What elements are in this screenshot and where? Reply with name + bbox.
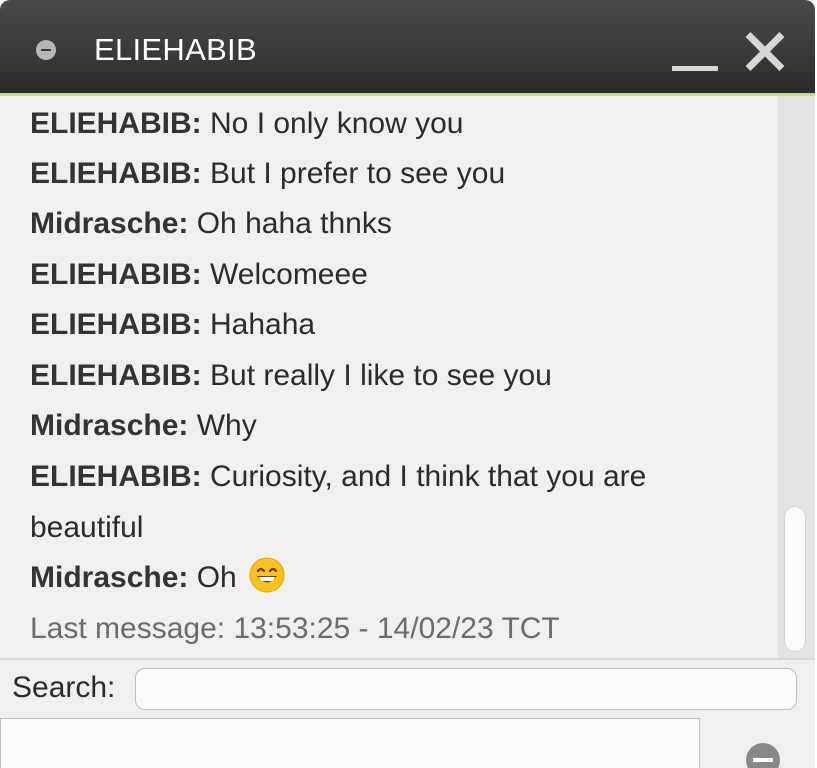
message-text: Oh haha thnks xyxy=(188,207,392,240)
message: Midrasche: Why xyxy=(30,401,730,452)
message: Midrasche: Oh haha thnks xyxy=(30,199,730,250)
message-sender: ELIEHABIB: xyxy=(30,359,202,392)
message-sender: Midrasche: xyxy=(30,207,189,240)
message-sender: ELIEHABIB: xyxy=(30,308,202,341)
message-text: But I prefer to see you xyxy=(201,157,506,190)
close-button[interactable] xyxy=(740,26,790,76)
message-text: Welcomeee xyxy=(201,258,368,291)
message-sender: ELIEHABIB: xyxy=(30,107,202,140)
message-sender: Midrasche: xyxy=(30,561,189,594)
message: ELIEHABIB: Welcomeee xyxy=(30,250,730,301)
search-input[interactable] xyxy=(135,668,797,710)
message: ELIEHABIB: But I prefer to see you xyxy=(30,149,730,200)
message-text: No I only know you xyxy=(201,107,464,140)
message-text: Why xyxy=(188,409,257,442)
message-list: ELIEHABIB: No I only know you ELIEHABIB:… xyxy=(0,96,778,656)
message: Midrasche: Oh xyxy=(30,553,730,604)
minimize-button[interactable] xyxy=(668,30,722,74)
message: ELIEHABIB: No I only know you xyxy=(30,99,730,150)
message-sender: Midrasche: xyxy=(30,409,189,442)
message-text: Hahaha xyxy=(201,308,316,341)
search-label: Search: xyxy=(12,671,116,704)
message-sender: ELIEHABIB: xyxy=(30,258,202,291)
message: ELIEHABIB: But really I like to see you xyxy=(30,351,730,402)
minus-circle-icon[interactable] xyxy=(746,743,780,768)
message: ELIEHABIB: Curiosity, and I think that y… xyxy=(30,452,710,553)
status-dot-icon[interactable] xyxy=(36,40,56,60)
chat-window: ELIEHABIB ELIEHABIB: No I only know you … xyxy=(0,0,815,768)
message: ELIEHABIB: Hahaha xyxy=(30,300,730,351)
message-sender: ELIEHABIB: xyxy=(30,460,202,493)
grinning-face-emoji xyxy=(249,557,285,593)
scrollbar-thumb[interactable] xyxy=(784,506,806,652)
window-title: ELIEHABIB xyxy=(94,32,257,67)
last-message-timestamp: Last message: 13:53:25 - 14/02/23 TCT xyxy=(30,612,560,645)
divider xyxy=(0,658,815,660)
message-text: But really I like to see you xyxy=(201,359,552,392)
message-compose-input[interactable] xyxy=(0,718,700,768)
titlebar: ELIEHABIB xyxy=(0,0,815,96)
message-sender: ELIEHABIB: xyxy=(30,157,202,190)
message-text: Oh xyxy=(188,561,237,594)
